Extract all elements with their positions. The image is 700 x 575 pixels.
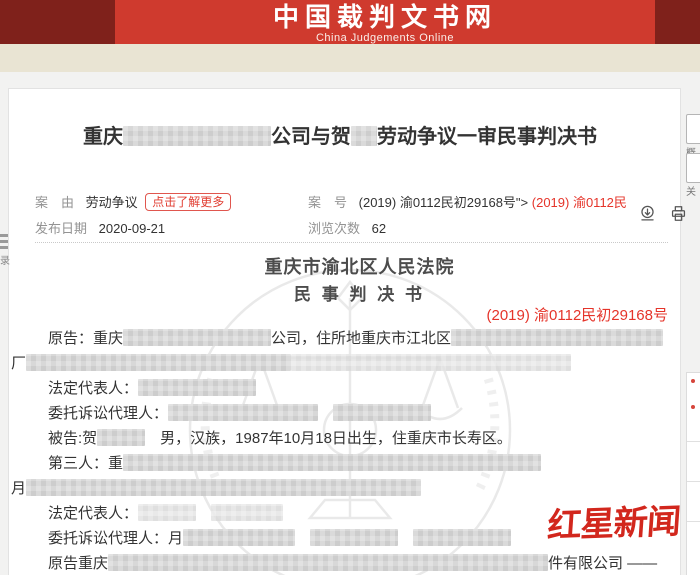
cause-value: 劳动争议 [85, 195, 138, 210]
redacted-blur [413, 529, 512, 546]
meta-cause-row: 案 由 劳动争议 点击了解更多 [35, 192, 232, 211]
rail-button-1[interactable] [686, 114, 700, 144]
case-number-label: 案 号 [308, 195, 348, 210]
redacted-blur [138, 379, 257, 396]
redacted-blur [211, 504, 284, 521]
redstar-news-logo: 红星新闻 [546, 502, 682, 546]
doc-body-line: 第三人：重 [9, 451, 699, 476]
case-number-link[interactable]: (2019) 渝0112民 [532, 195, 627, 210]
redacted-blur [333, 404, 432, 421]
right-toolbar-strip[interactable] [686, 372, 700, 575]
toc-label-partial: 录 [0, 256, 10, 267]
divider [687, 441, 700, 442]
doc-body-line: 法定代表人： [9, 376, 699, 401]
view-count-label: 浏览次数 [308, 221, 361, 236]
text-segment: 公司与贺 [271, 126, 351, 148]
divider [35, 242, 668, 243]
document-type: 民 事 判 决 书 [294, 285, 425, 304]
document-title: 重庆 公司与贺 劳动争议一审民事判决书 [30, 120, 650, 149]
text-segment [295, 530, 310, 547]
toc-menu-button[interactable]: 录 [0, 234, 10, 276]
text-segment [318, 405, 333, 422]
menu-icon [0, 240, 8, 243]
doc-body-line: 委托诉讼代理人： [9, 401, 699, 426]
text-segment: 劳动争议一审民事判决书 [377, 126, 597, 148]
rail-button-2[interactable] [686, 153, 700, 183]
redacted-blur [451, 329, 664, 346]
text-segment: 原告重庆 [48, 555, 109, 572]
cause-label: 案 由 [35, 195, 75, 210]
view-count-value: 62 [371, 221, 387, 236]
redacted-blur [168, 404, 319, 421]
rail-button-2-label: 关 [686, 187, 696, 198]
text-segment: 委托诉讼代理人： [48, 405, 169, 422]
text-segment [398, 530, 413, 547]
publish-date-value: 2020-09-21 [98, 221, 166, 236]
text-segment: 第三人：重 [48, 455, 124, 472]
redacted-blur [138, 504, 197, 521]
publish-date-label: 发布日期 [35, 221, 88, 236]
text-segment [196, 505, 211, 522]
print-icon[interactable] [669, 203, 688, 224]
redacted-blur [26, 354, 292, 371]
redacted-blur [183, 529, 296, 546]
red-dot-icon [691, 405, 695, 409]
text-segment: 重庆 [83, 126, 123, 148]
text-segment: 公司，住所地重庆市江北区 [271, 330, 452, 347]
case-number-value: (2019) 渝0112民初29168号"> [358, 195, 532, 210]
more-info-badge[interactable]: 点击了解更多 [145, 193, 232, 211]
doc-body-line: 原告：重庆 公司，住所地重庆市江北区 [9, 326, 699, 351]
redacted-blur [123, 329, 272, 346]
redacted-blur [108, 554, 549, 571]
text-segment: 原告：重庆 [48, 330, 124, 347]
doc-body-line: 原告重庆 件有限公司 —— [9, 551, 699, 575]
redacted-blur [97, 429, 146, 446]
court-name: 重庆市渝北区人民法院 [264, 257, 455, 277]
doc-body-line: 被告:贺 男，汉族，1987年10月18日出生，住重庆市长寿区。 [9, 426, 699, 451]
redacted-blur [26, 479, 422, 496]
text-segment: 厂 [11, 355, 27, 372]
site-title: 中国裁判文书网 [272, 2, 497, 32]
site-header: 中国裁判文书网 China Judgements Online [0, 0, 700, 44]
site-subtitle: China Judgements Online [315, 32, 455, 44]
text-segment: 被告:贺 [48, 430, 98, 447]
redacted-blur [291, 354, 572, 371]
redacted-blur [310, 529, 399, 546]
redacted-blur [351, 126, 377, 146]
text-segment: 件有限公司 —— [548, 555, 658, 572]
meta-date-row: 发布日期 2020-09-21 [35, 218, 165, 237]
sub-header-bar [0, 44, 700, 72]
text-segment: 委托诉讼代理人：月 [48, 530, 184, 547]
redacted-blur [123, 454, 542, 471]
divider [687, 481, 700, 482]
doc-body-line: 厂 [9, 351, 699, 376]
menu-icon [0, 234, 8, 237]
case-number-heading: (2019) 渝0112民初29168号 [486, 307, 669, 324]
meta-number-row: 案 号 (2019) 渝0112民初29168号"> (2019) 渝0112民 [308, 192, 627, 211]
site-header-center: 中国裁判文书网 China Judgements Online [115, 0, 655, 44]
download-icon[interactable] [638, 203, 657, 224]
document-actions [630, 203, 688, 229]
text-segment: 月 [11, 480, 27, 497]
redacted-blur [123, 126, 271, 146]
text-segment: 法定代表人： [48, 505, 139, 522]
meta-views-row: 浏览次数 62 [308, 218, 386, 237]
page: 中国裁判文书网 China Judgements Online 重庆 公司与贺 劳动… [0, 0, 700, 575]
menu-icon [0, 246, 8, 249]
red-dot-icon [691, 379, 695, 383]
divider [687, 521, 700, 522]
text-segment: 法定代表人： [48, 380, 139, 397]
text-segment: 男，汉族，1987年10月18日出生，住重庆市长寿区。 [145, 430, 512, 447]
